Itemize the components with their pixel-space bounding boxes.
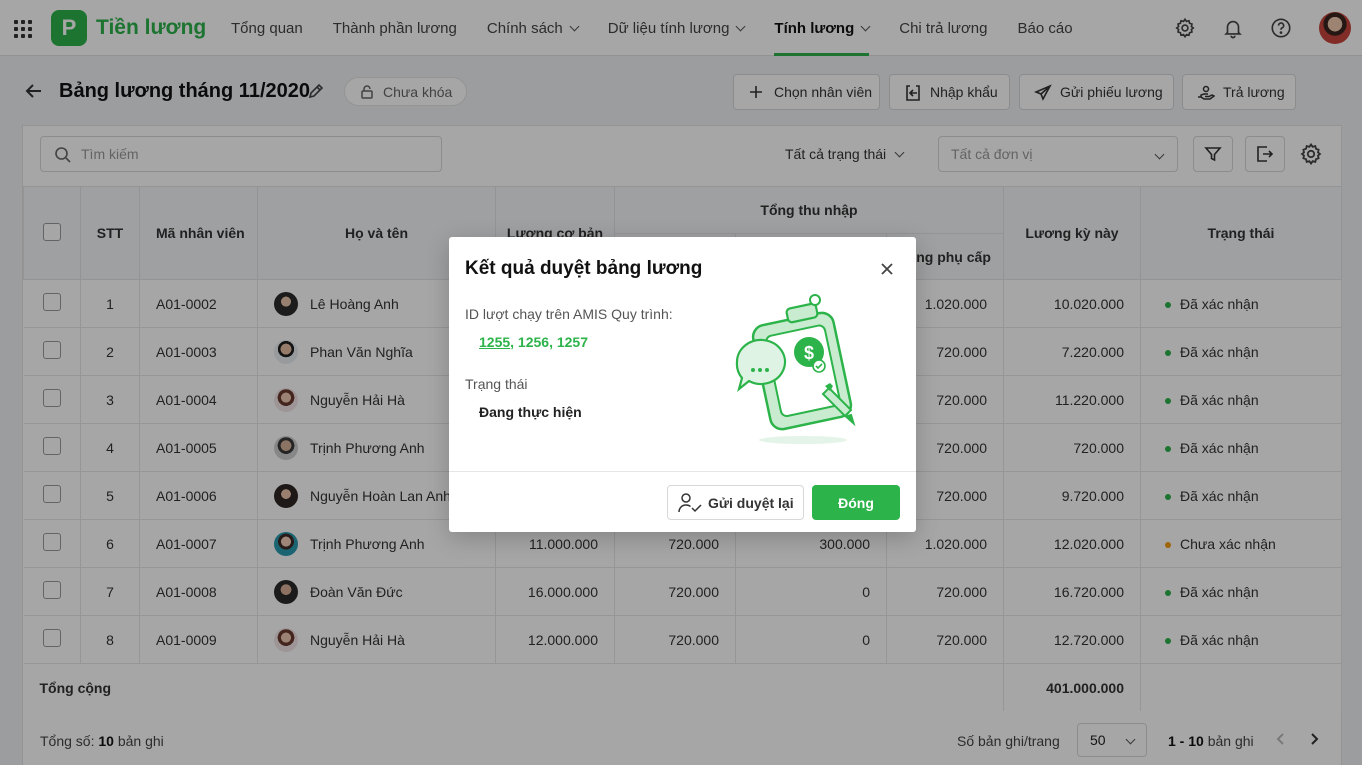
payroll-clipboard-illustration: $ <box>735 294 856 444</box>
resend-approval-label: Gửi duyệt lại <box>708 494 794 511</box>
close-icon[interactable] <box>879 261 895 277</box>
svg-text:$: $ <box>804 343 814 363</box>
close-dialog-button[interactable]: Đóng <box>812 485 900 520</box>
status-label: Trạng thái <box>465 376 528 392</box>
status-value: Đang thực hiện <box>479 404 582 420</box>
user-check-icon <box>678 493 702 513</box>
run-id-label: ID lượt chạy trên AMIS Quy trình: <box>465 306 673 322</box>
run-id-rest: , 1256, 1257 <box>510 334 589 350</box>
run-ids: 1255, 1256, 1257 <box>479 334 588 350</box>
run-id-link[interactable]: 1255 <box>479 334 510 350</box>
dialog-divider <box>449 471 916 472</box>
resend-approval-button[interactable]: Gửi duyệt lại <box>667 485 804 520</box>
dialog-title: Kết quả duyệt bảng lương <box>465 258 703 279</box>
approval-result-dialog: Kết quả duyệt bảng lương ID lượt chạy tr… <box>449 237 916 532</box>
